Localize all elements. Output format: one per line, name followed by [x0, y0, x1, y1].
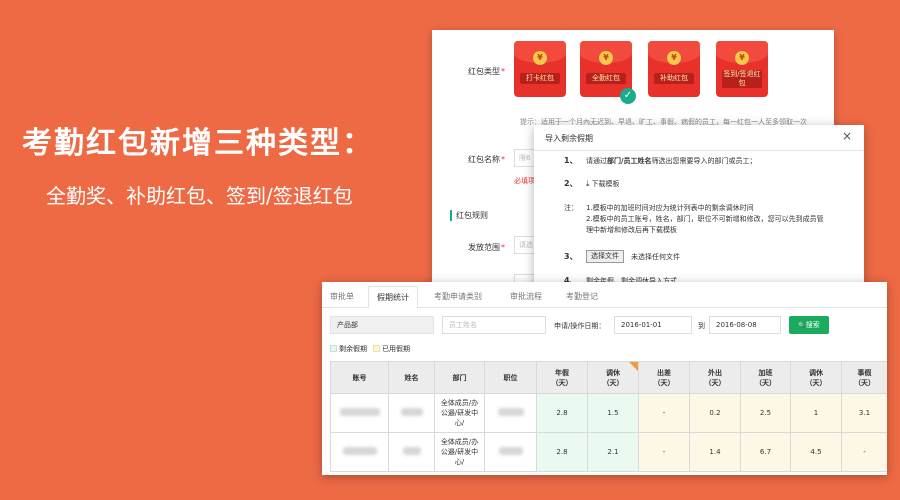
cell-value: 4.5: [790, 432, 842, 472]
dialog-title: 导入剩余假期: [545, 134, 593, 143]
cell-value: 2.8: [536, 393, 588, 433]
cell-value: 3.1: [841, 393, 887, 433]
cell-value: -: [638, 393, 690, 433]
tab-attendance-register[interactable]: 考勤登记: [566, 291, 598, 302]
step-3-number: 3、: [564, 252, 578, 261]
packet-option-allowance[interactable]: ¥ 补助红包: [648, 41, 700, 97]
cell-value: -: [841, 432, 887, 472]
col-position: 职位: [484, 361, 537, 394]
cell-value: 1: [790, 393, 842, 433]
cell-value: 2.8: [536, 432, 588, 472]
cell-account-blurred: [330, 393, 389, 433]
import-leave-dialog: 导入剩余假期 × 1、 请通过部门/员工姓名筛选出您需要导入的部门或员工； 2、…: [534, 125, 864, 295]
leave-stats-table: 账号 姓名 部门 职位 年假 （天） 调休 （天） 出差 （天） 外出 （天） …: [330, 361, 887, 472]
yen-coin-icon: ¥: [533, 51, 547, 65]
step-2-number: 2、: [564, 179, 578, 188]
cell-value: 2.5: [740, 393, 791, 433]
required-note: 必填项: [514, 177, 535, 185]
date-label: 申请/操作日期：: [554, 322, 606, 330]
note-line-3: 理中新增和修改后再下载模板: [586, 226, 677, 234]
cell-account-blurred: [330, 432, 389, 472]
legend-remaining: 剩余假期: [339, 345, 367, 353]
range-label: 发放范围*: [468, 243, 505, 252]
date-from-input[interactable]: 2016-01-01: [614, 316, 692, 334]
cell-value: 1.5: [587, 393, 639, 433]
table-row: 全体成员/办 公邉/研发中 心/ 2.8 2.1 - 1.4 6.7 4.5 -: [330, 432, 887, 472]
packet-name-label: 红包名称*: [468, 155, 505, 164]
note-line-2: 2.模板中的员工账号，姓名，部门，职位不可新增和修改，您可以先到成员管: [586, 215, 824, 223]
selected-check-icon: ✓: [620, 88, 636, 104]
cell-department: 全体成员/办 公邉/研发中 心/: [434, 393, 485, 433]
cell-value: 2.1: [587, 432, 639, 472]
department-select[interactable]: 产品部: [330, 316, 434, 334]
packet-type-options: ¥ 打卡红包 ¥ 全勤红包 ¥ 补助红包 ¥ 签到/签退红包: [514, 41, 834, 101]
cell-department: 全体成员/办 公邉/研发中 心/: [434, 432, 485, 472]
tab-leave-statistics[interactable]: 假期统计: [368, 286, 418, 309]
no-file-text: 未选择任何文件: [631, 253, 680, 261]
employee-name-input[interactable]: 员工姓名: [442, 316, 546, 334]
legend: 剩余假期 已用假期: [330, 344, 410, 354]
headline: 考勤红包新增三种类型：: [22, 126, 374, 161]
cell-value: -: [638, 432, 690, 472]
close-icon[interactable]: ×: [842, 129, 852, 143]
leave-statistics-panel: 审批单 假期统计 考勤申请类别 审批流程 考勤登记 产品部 员工姓名 申请/操作…: [322, 282, 887, 475]
choose-file-button[interactable]: 选择文件: [586, 250, 624, 263]
packet-type-label: 红包类型*: [468, 67, 505, 76]
tab-approvals[interactable]: 审批单: [330, 291, 354, 302]
packet-option-clockin[interactable]: ¥ 打卡红包: [514, 41, 566, 97]
yen-coin-icon: ¥: [735, 51, 749, 65]
packet-option-checkin-checkout[interactable]: ¥ 签到/签退红包: [716, 41, 768, 97]
table-row: 全体成员/办 公邉/研发中 心/ 2.8 1.5 - 0.2 2.5 1 3.1: [330, 393, 887, 433]
cell-value: 1.4: [689, 432, 741, 472]
cell-position-blurred: [484, 393, 537, 433]
corner-marker-icon: [629, 362, 638, 371]
legend-used: 已用假期: [382, 345, 410, 353]
col-annual-leave: 年假 （天）: [536, 361, 588, 394]
download-template-link[interactable]: ⤓ 下载模板: [586, 179, 620, 189]
subline: 全勤奖、补助红包、签到/签退红包: [46, 184, 353, 208]
download-icon: ⤓: [586, 179, 590, 188]
packet-label: 全勤红包: [586, 73, 626, 84]
yen-coin-icon: ¥: [599, 51, 613, 65]
col-department: 部门: [434, 361, 485, 394]
packet-label: 签到/签退红包: [722, 70, 762, 88]
date-to-input[interactable]: 2016-08-08: [709, 316, 781, 334]
note-label: 注：: [564, 204, 578, 212]
table-header-row: 账号 姓名 部门 职位 年假 （天） 调休 （天） 出差 （天） 外出 （天） …: [330, 361, 887, 394]
col-personal-leave: 事假 （天）: [841, 361, 887, 394]
cell-position-blurred: [484, 432, 537, 472]
cell-value: 6.7: [740, 432, 791, 472]
date-to-label: 到: [698, 322, 705, 330]
col-outing: 外出 （天）: [689, 361, 741, 394]
col-name: 姓名: [388, 361, 435, 394]
step-1-text: 请通过部门/员工姓名筛选出您需要导入的部门或员工；: [586, 157, 757, 165]
col-compensatory-leave: 调休 （天）: [587, 361, 639, 394]
search-button[interactable]: 🔍搜索: [789, 316, 829, 334]
cell-value: 0.2: [689, 393, 741, 433]
step-1-number: 1、: [564, 156, 578, 165]
stats-tabs: 审批单 假期统计 考勤申请类别 审批流程 考勤登记: [322, 282, 887, 309]
packet-rule-section-title: 红包规则: [450, 210, 488, 221]
yen-coin-icon: ¥: [667, 51, 681, 65]
col-overtime: 加班 （天）: [740, 361, 791, 394]
col-business-trip: 出差 （天）: [638, 361, 690, 394]
cell-name-blurred: [388, 393, 435, 433]
packet-label: 打卡红包: [520, 73, 560, 84]
cell-name-blurred: [388, 432, 435, 472]
col-account: 账号: [330, 361, 389, 394]
col-compensatory-used: 调休 （天）: [790, 361, 842, 394]
search-icon: 🔍: [798, 322, 806, 329]
note-line-1: 1.模板中的加班时间对应为统计列表中的剩余调休时间: [586, 204, 754, 212]
tab-request-types[interactable]: 考勤申请类别: [434, 291, 482, 302]
packet-label: 补助红包: [654, 73, 694, 84]
tab-approval-flow[interactable]: 审批流程: [510, 291, 542, 302]
